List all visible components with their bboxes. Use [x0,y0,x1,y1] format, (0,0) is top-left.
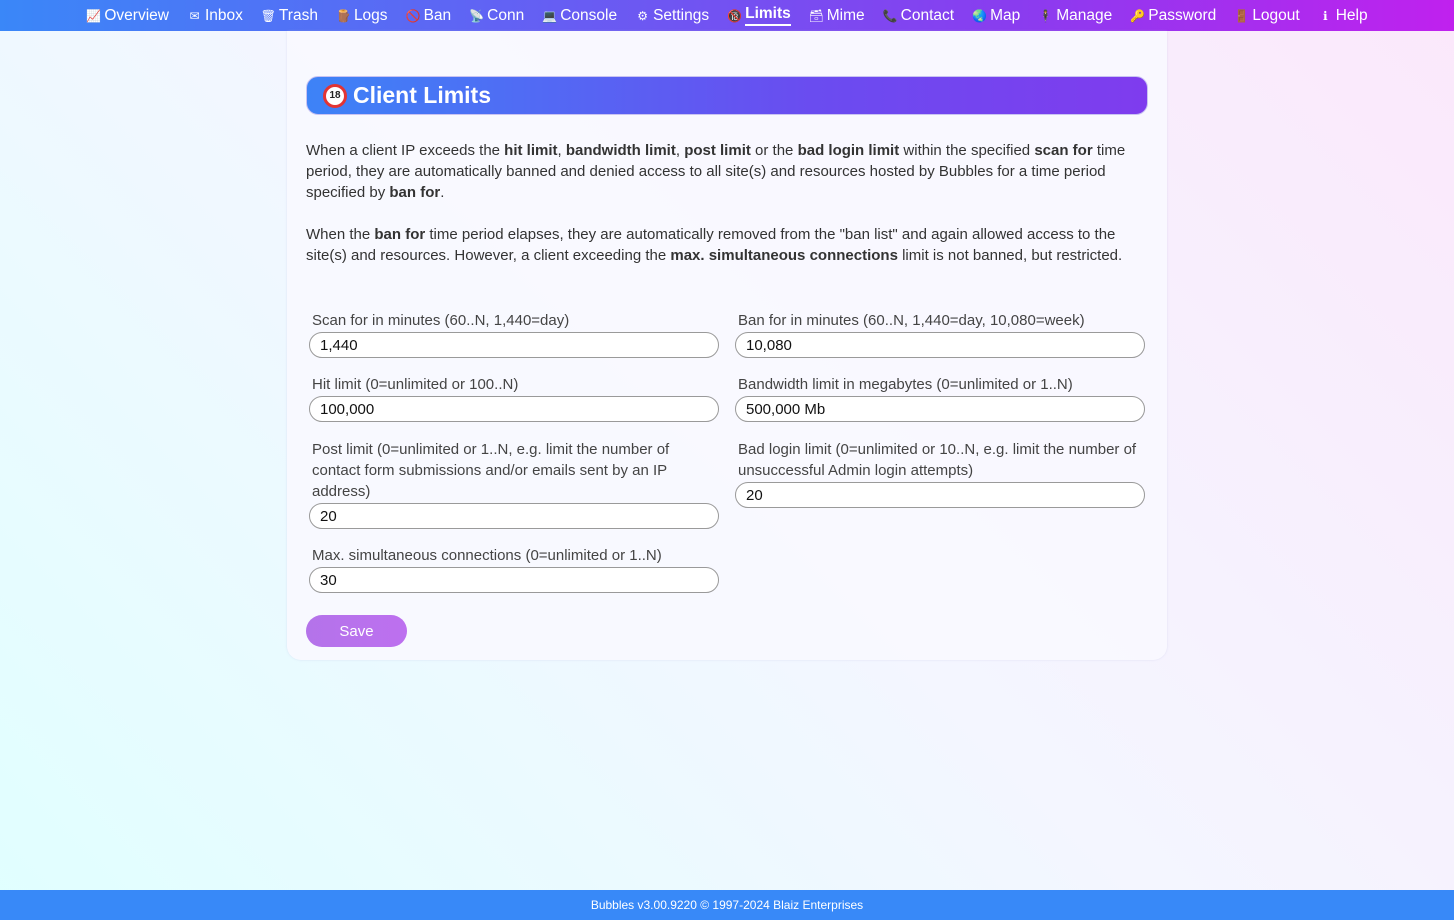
wastebasket-icon: 🗑 [260,8,277,23]
page-title-bar: 18 Client Limits [306,76,1148,115]
nav-item-label: Ban [423,6,452,24]
nav-item-mime[interactable]: 🗃 Mime [809,0,865,31]
person-icon: 🕴 [1038,8,1054,23]
max-connections-input[interactable] [309,567,719,593]
key-icon: 🔑 [1130,8,1146,23]
nav-item-label: Settings [653,6,710,24]
description-text: , [557,142,566,159]
envelope-icon: ✉ [189,8,200,23]
nav-item-inbox[interactable]: ✉ Inbox [187,0,243,31]
hit-limit-label: Hit limit (0=unlimited or 100..N) [312,376,519,393]
emphasized-term: bad login limit [797,142,900,159]
nav-item-manage[interactable]: 🕴 Manage [1038,0,1112,31]
nav-item-ban[interactable]: 🚫 Ban [406,0,452,31]
nav-item-label: Trash [278,6,318,24]
nav-item-logout[interactable]: 🚪 Logout [1234,0,1299,31]
nav-item-label: Contact [900,6,955,24]
emphasized-term: post limit [684,142,751,159]
info-icon: ℹ [1322,8,1328,23]
emphasized-term: ban for [389,184,441,201]
hit-limit-field-group: Hit limit (0=unlimited or 100..N) [309,374,719,422]
nav-item-help[interactable]: ℹ Help [1318,0,1368,31]
bad-login-limit-label: Bad login limit (0=unlimited or 10..N, e… [738,441,1137,479]
nav-item-label: Manage [1056,6,1113,24]
description-paragraph-2: When the ban for time period elapses, th… [306,224,1148,266]
nav-item-conn[interactable]: 📡 Conn [469,0,524,31]
page-title: Client Limits [353,82,492,108]
emphasized-term: hit limit [504,142,558,159]
ban-for-input[interactable] [735,332,1145,358]
ban-for-label: Ban for in minutes (60..N, 1,440=day, 10… [738,312,1085,329]
description-text: . [440,184,445,201]
top-navigation: 📈 Overview ✉ Inbox 🗑 Trash 🪵 Logs 🚫 Ban 📡 Conn 💻 Cons… [0,0,1454,31]
scan-for-input[interactable] [309,332,719,358]
description-text: When the [306,226,375,243]
bandwidth-limit-field-group: Bandwidth limit in megabytes (0=unlimite… [735,374,1145,422]
nav-item-label: Console [560,6,618,24]
save-button[interactable]: Save [306,615,407,647]
no-under-18-icon: 18 [323,83,347,108]
nav-item-label: Logs [353,6,388,24]
gear-icon: ⚙ [637,8,648,23]
description-text: or the [750,142,798,159]
description-text: within the specified [899,142,1035,159]
description-text: When a client IP exceeds the [306,142,505,159]
bad-login-limit-input[interactable] [735,482,1145,508]
nav-item-label: Limits [745,5,791,26]
door-icon: 🚪 [1234,8,1250,23]
footer: Bubbles v3.00.9220 © 1997-2024 Blaiz Ent… [0,890,1454,920]
emphasized-term: bandwidth limit [565,142,676,159]
nav-item-label: Map [990,6,1021,24]
nav-item-label: Mime [826,6,865,24]
no-under-18-icon: 🔞 [727,8,743,23]
chart-icon: 📈 [86,8,102,23]
prohibited-icon: 🚫 [405,8,421,23]
scan-for-label: Scan for in minutes (60..N, 1,440=day) [312,312,570,329]
scan-for-field-group: Scan for in minutes (60..N, 1,440=day) [309,310,719,358]
nav-item-console[interactable]: 💻 Console [542,0,617,31]
nav-item-label: Password [1148,6,1217,24]
client-limits-card: 18 Client Limits When a client IP exceed… [287,31,1167,660]
bandwidth-limit-input[interactable] [735,396,1145,422]
bad-login-limit-field-group: Bad login limit (0=unlimited or 10..N, e… [735,439,1145,508]
post-limit-field-group: Post limit (0=unlimited or 1..N, e.g. li… [309,439,719,529]
nav-item-settings[interactable]: ⚙ Settings [635,0,709,31]
nav-item-label: Conn [487,6,525,24]
nav-item-password[interactable]: 🔑 Password [1130,0,1216,31]
nav-item-logs[interactable]: 🪵 Logs [336,0,388,31]
nav-item-limits[interactable]: 🔞 Limits [727,0,791,31]
emphasized-term: ban for [374,226,426,243]
card-index-icon: 🗃 [808,8,824,23]
nav-item-label: Overview [104,6,169,24]
hit-limit-input[interactable] [309,396,719,422]
ban-for-field-group: Ban for in minutes (60..N, 1,440=day, 10… [735,310,1145,358]
post-limit-label: Post limit (0=unlimited or 1..N, e.g. li… [312,441,670,500]
post-limit-input[interactable] [309,503,719,529]
description-text: , [675,142,685,159]
emphasized-term: scan for [1034,142,1093,159]
description-paragraph-1: When a client IP exceeds the hit limit, … [306,140,1148,203]
max-connections-label: Max. simultaneous connections (0=unlimit… [312,547,662,564]
emphasized-term: max. simultaneous connections [670,247,898,264]
nav-item-label: Inbox [204,6,243,24]
satellite-icon: 📡 [469,8,485,23]
laptop-icon: 💻 [542,8,558,23]
nav-item-overview[interactable]: 📈 Overview [86,0,169,31]
nav-item-trash[interactable]: 🗑 Trash [261,0,318,31]
bandwidth-limit-label: Bandwidth limit in megabytes (0=unlimite… [738,376,1073,393]
globe-icon: 🌏 [972,8,988,23]
telephone-icon: 📞 [882,8,898,23]
logs-icon: 🪵 [335,8,351,23]
nav-item-label: Help [1335,6,1368,24]
description-text: limit is not banned, but restricted. [897,247,1123,264]
nav-item-map[interactable]: 🌏 Map [972,0,1020,31]
footer-copyright: Bubbles v3.00.9220 © 1997-2024 Blaiz Ent… [590,898,864,912]
nav-item-label: Logout [1252,6,1300,24]
nav-item-contact[interactable]: 📞 Contact [883,0,954,31]
max-connections-field-group: Max. simultaneous connections (0=unlimit… [309,545,719,593]
